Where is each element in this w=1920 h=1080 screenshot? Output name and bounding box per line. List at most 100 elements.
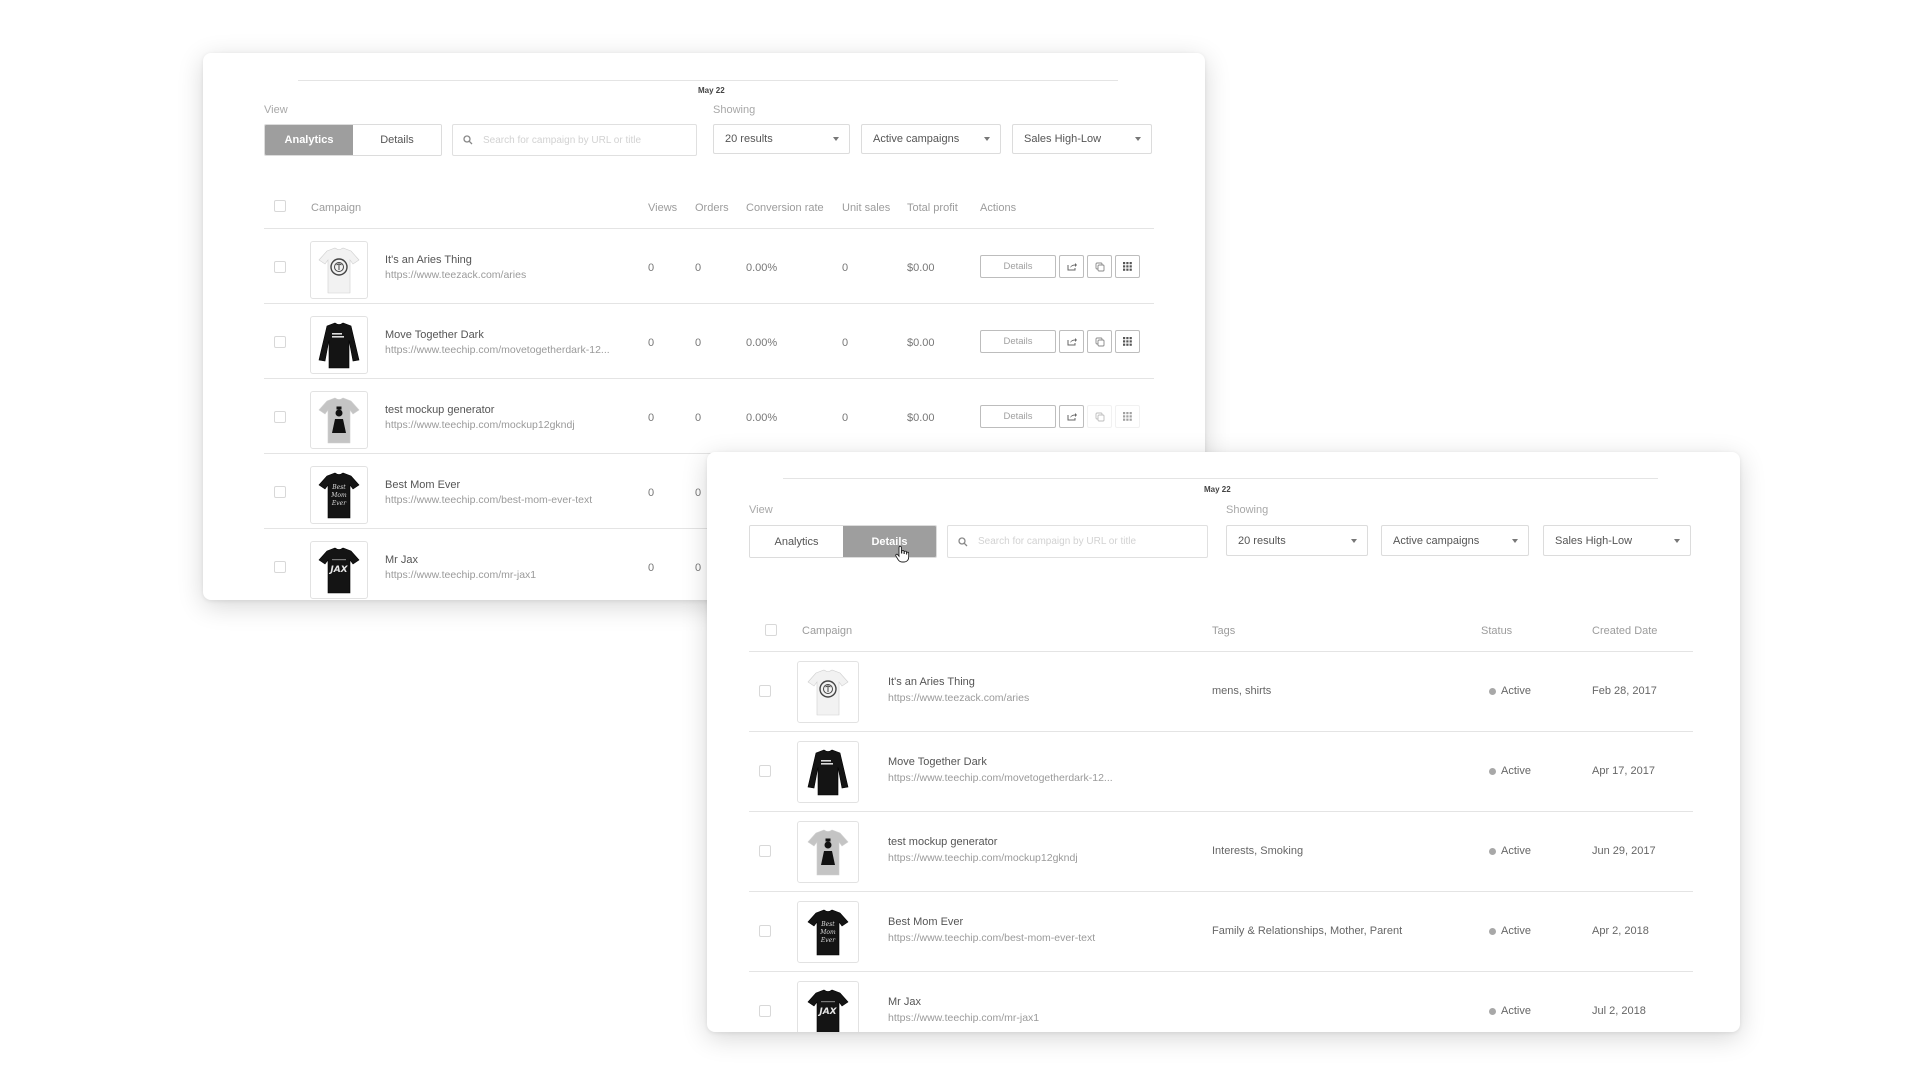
row-checkbox[interactable] — [759, 925, 771, 937]
campaign-thumbnail: Best Mom Ever — [797, 901, 859, 963]
campaign-url[interactable]: https://www.teechip.com/best-mom-ever-te… — [888, 932, 1095, 944]
campaign-title[interactable]: It's an Aries Thing — [888, 676, 975, 688]
share-icon — [1067, 338, 1077, 346]
analytics-tab[interactable]: Analytics — [265, 125, 353, 155]
campaign-title[interactable]: Best Mom Ever — [385, 479, 460, 491]
results-dropdown-value: 20 results — [1238, 534, 1286, 547]
campaign-thumbnail — [797, 741, 859, 803]
duplicate-button[interactable] — [1087, 255, 1112, 278]
sort-dropdown[interactable]: Sales High-Low — [1543, 525, 1691, 556]
row-checkbox[interactable] — [274, 261, 286, 273]
svg-text:Best: Best — [331, 484, 346, 491]
view-toggle: Analytics Details — [264, 124, 442, 156]
col-total-profit: Total profit — [907, 202, 958, 214]
search-box — [452, 124, 697, 156]
tags-value: mens, shirts — [1212, 685, 1272, 697]
status-dot-icon — [1489, 687, 1496, 695]
row-checkbox[interactable] — [759, 765, 771, 777]
views-value: 0 — [648, 262, 655, 274]
search-input[interactable] — [481, 133, 696, 147]
hand-cursor-icon — [895, 546, 909, 563]
status-badge: Active — [1489, 685, 1531, 697]
details-tab[interactable]: Details — [353, 125, 441, 155]
campaign-url[interactable]: https://www.teechip.com/mockup12gkndj — [888, 852, 1078, 864]
table-row: It's an Aries Thing https://www.teezack.c… — [707, 652, 1740, 732]
campaign-url[interactable]: https://www.teechip.com/movetogetherdark… — [888, 772, 1113, 784]
select-all-checkbox[interactable] — [274, 200, 286, 212]
campaign-url[interactable]: https://www.teezack.com/aries — [888, 692, 1029, 704]
black-longsleeve-image — [318, 322, 360, 369]
share-button[interactable] — [1059, 255, 1084, 278]
sort-dropdown-value: Sales High-Low — [1024, 133, 1102, 145]
row-checkbox[interactable] — [274, 411, 286, 423]
duplicate-button[interactable] — [1087, 330, 1112, 353]
analytics-tab[interactable]: Analytics — [750, 526, 843, 557]
showing-label: Showing — [1226, 504, 1269, 516]
campaign-filter-dropdown[interactable]: Active campaigns — [861, 124, 1001, 154]
chevron-down-icon — [1512, 538, 1518, 543]
select-all-checkbox[interactable] — [765, 624, 777, 636]
campaign-url[interactable]: https://www.teechip.com/movetogetherdark… — [385, 344, 610, 356]
campaign-title[interactable]: It's an Aries Thing — [385, 254, 472, 266]
details-tab[interactable]: Details — [843, 526, 936, 557]
row-checkbox[interactable] — [759, 685, 771, 697]
showing-label: Showing — [713, 104, 756, 116]
more-options-button[interactable] — [1115, 255, 1140, 278]
sort-dropdown-value: Sales High-Low — [1555, 534, 1633, 547]
campaign-title[interactable]: Mr Jax — [385, 554, 418, 566]
campaign-title[interactable]: test mockup generator — [385, 404, 494, 416]
details-button[interactable]: Details — [980, 255, 1056, 278]
total-profit-value: $0.00 — [907, 262, 935, 274]
campaign-thumbnail: JAX — [797, 981, 859, 1032]
status-dot-icon — [1489, 847, 1496, 855]
total-profit-value: $0.00 — [907, 337, 935, 349]
table-row: test mockup generator https://www.teechip… — [203, 379, 1205, 454]
col-actions: Actions — [980, 202, 1017, 214]
views-value: 0 — [648, 562, 655, 574]
sort-dropdown[interactable]: Sales High-Low — [1012, 124, 1152, 154]
share-button[interactable] — [1059, 405, 1084, 428]
table-row: Move Together Dark https://www.teechip.co… — [203, 304, 1205, 379]
campaign-filter-dropdown[interactable]: Active campaigns — [1381, 525, 1529, 556]
grid-icon — [1122, 336, 1132, 346]
table-row: Move Together Dark https://www.teechip.co… — [707, 732, 1740, 812]
results-dropdown[interactable]: 20 results — [713, 124, 850, 154]
campaign-url[interactable]: https://www.teechip.com/mockup12gkndj — [385, 419, 575, 431]
campaign-thumbnail — [310, 391, 368, 449]
copy-icon — [1095, 412, 1104, 421]
status-dot-icon — [1489, 927, 1496, 935]
row-checkbox[interactable] — [274, 336, 286, 348]
search-input[interactable] — [976, 535, 1207, 548]
campaign-url[interactable]: https://www.teechip.com/mr-jax1 — [888, 1012, 1039, 1024]
campaign-title[interactable]: Move Together Dark — [888, 756, 987, 768]
created-date-value: Jul 2, 2018 — [1592, 1005, 1646, 1017]
campaign-url[interactable]: https://www.teechip.com/mr-jax1 — [385, 569, 536, 581]
table-row: It's an Aries Thing https://www.teezack.c… — [203, 229, 1205, 304]
view-label: View — [749, 504, 773, 516]
campaign-url[interactable]: https://www.teechip.com/best-mom-ever-te… — [385, 494, 592, 506]
campaign-filter-value: Active campaigns — [1393, 534, 1480, 547]
campaign-url[interactable]: https://www.teezack.com/aries — [385, 269, 526, 281]
black-tee-bestmom-image: BestMomEver — [807, 909, 849, 956]
campaign-title[interactable]: Best Mom Ever — [888, 916, 963, 928]
conversion-value: 0.00% — [746, 262, 778, 274]
row-checkbox[interactable] — [274, 561, 286, 573]
row-checkbox[interactable] — [274, 486, 286, 498]
tags-value: Family & Relationships, Mother, Parent — [1212, 925, 1403, 937]
campaign-thumbnail — [310, 241, 368, 299]
orders-value: 0 — [695, 412, 702, 424]
more-options-button — [1115, 405, 1140, 428]
views-value: 0 — [648, 487, 655, 499]
details-button[interactable]: Details — [980, 405, 1056, 428]
campaign-filter-value: Active campaigns — [873, 133, 960, 145]
more-options-button[interactable] — [1115, 330, 1140, 353]
campaign-title[interactable]: Move Together Dark — [385, 329, 484, 341]
campaign-title[interactable]: Mr Jax — [888, 996, 921, 1008]
gray-tee-portrait-image — [318, 397, 360, 444]
row-checkbox[interactable] — [759, 845, 771, 857]
results-dropdown[interactable]: 20 results — [1226, 525, 1368, 556]
details-button[interactable]: Details — [980, 330, 1056, 353]
row-checkbox[interactable] — [759, 1005, 771, 1017]
campaign-title[interactable]: test mockup generator — [888, 836, 997, 848]
share-button[interactable] — [1059, 330, 1084, 353]
